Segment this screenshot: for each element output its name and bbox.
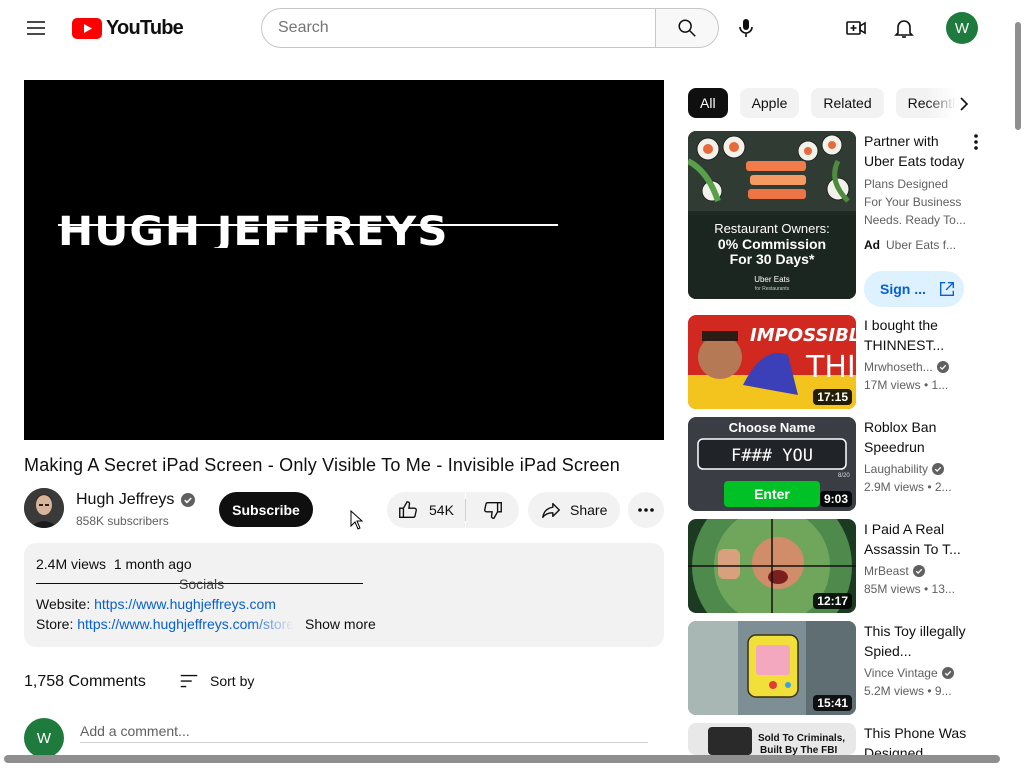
search-button[interactable] (655, 8, 719, 48)
svg-text:Restaurant Owners:: Restaurant Owners: (714, 221, 830, 236)
video-title[interactable]: This Phone Was Designed... (864, 723, 972, 755)
description-box[interactable]: 2.4M views 1 month ago Socials Website: … (24, 543, 664, 647)
chevron-right-icon[interactable] (952, 92, 976, 116)
external-link-icon (939, 282, 954, 296)
microphone-icon[interactable] (734, 16, 758, 40)
channel-avatar[interactable] (24, 488, 64, 528)
video-thumbnail[interactable]: 15:41 (688, 621, 856, 715)
more-actions-button[interactable] (628, 492, 664, 528)
store-line: Store: https://www.hughjeffreys.com/stor… (36, 616, 295, 632)
ad-thumbnail[interactable]: Restaurant Owners: 0% Commission For 30 … (688, 131, 856, 299)
svg-text:for Restaurants: for Restaurants (755, 286, 790, 292)
ad-signup-button[interactable]: Sign ... (864, 271, 964, 307)
search-icon (678, 19, 696, 37)
search-input[interactable] (261, 8, 656, 48)
svg-text:Uber Eats: Uber Eats (754, 275, 790, 284)
video-thumbnail[interactable]: Sold To Criminals, Built By The FBI (688, 723, 856, 755)
mouse-cursor-icon (350, 510, 364, 530)
video-thumbnail[interactable]: Choose Name F### YOU 8/20 Enter 9:03 (688, 417, 856, 511)
verified-icon (932, 463, 945, 475)
show-more-button[interactable]: Show more (305, 616, 376, 632)
menu-icon[interactable] (24, 16, 48, 40)
share-icon (542, 502, 560, 519)
ad-title[interactable]: Partner with Uber Eats today (864, 131, 972, 171)
youtube-logo[interactable]: YouTube (72, 16, 184, 40)
svg-text:THIN: THIN (805, 350, 856, 385)
more-vertical-icon[interactable] (966, 132, 986, 152)
video-meta: 85M views • 13... (864, 582, 955, 596)
logo-text: YouTube (106, 16, 184, 39)
video-channel[interactable]: Vince Vintage (864, 666, 954, 680)
vertical-scrollbar-thumb[interactable] (1015, 22, 1021, 130)
comments-count: 1,758 Comments (24, 673, 146, 690)
comment-input[interactable] (80, 719, 648, 743)
store-link[interactable]: https://www.hughjeffreys.com/store (77, 616, 294, 632)
like-count: 54K (429, 502, 454, 518)
chip-apple[interactable]: Apple (739, 88, 800, 118)
more-horizontal-icon (638, 508, 654, 512)
thumbs-down-icon (483, 501, 502, 519)
verified-icon (181, 493, 195, 507)
filter-chips: All Apple Related Recently uploaded (688, 88, 956, 120)
subscriber-count: 858K subscribers (76, 514, 169, 528)
website-link[interactable]: https://www.hughjeffreys.com (94, 596, 276, 612)
view-count-and-date: 2.4M views 1 month ago (36, 556, 192, 572)
video-duration: 15:41 (813, 695, 852, 711)
youtube-play-icon (72, 17, 102, 39)
verified-icon (936, 361, 949, 373)
video-meta: 2.9M views • 2... (864, 480, 952, 494)
video-duration: 12:17 (813, 593, 852, 609)
video-channel[interactable]: MrBeast (864, 564, 925, 578)
video-thumbnail[interactable]: 12:17 (688, 519, 856, 613)
svg-text:Enter: Enter (754, 486, 790, 502)
svg-text:F### YOU: F### YOU (731, 446, 813, 466)
video-meta: 5.2M views • 9... (864, 684, 952, 698)
socials-heading: Socials (179, 576, 225, 592)
account-avatar[interactable]: W (946, 12, 978, 44)
dislike-button[interactable] (466, 492, 519, 528)
share-button[interactable]: Share (528, 492, 620, 528)
create-video-icon[interactable] (844, 16, 868, 40)
video-title[interactable]: I Paid A Real Assassin To T... (864, 519, 972, 559)
video-title[interactable]: This Toy illegally Spied... (864, 621, 972, 661)
masthead: YouTube W (0, 0, 1024, 56)
like-button[interactable]: 54K (387, 492, 465, 528)
chip-recently-uploaded[interactable]: Recently uploaded (895, 88, 956, 118)
ad-description: Plans Designed For Your Business Needs. … (864, 177, 966, 227)
video-player[interactable]: HUGH JEFFREYS (24, 80, 664, 440)
subscribe-button[interactable]: Subscribe (219, 492, 313, 527)
notifications-icon[interactable] (892, 16, 916, 40)
video-title: Making A Secret iPad Screen - Only Visib… (24, 455, 621, 475)
video-channel[interactable]: Laughability (864, 462, 945, 476)
chip-all[interactable]: All (688, 88, 728, 118)
sort-by-button[interactable]: Sort by (178, 670, 254, 692)
svg-text:0% Commission: 0% Commission (718, 236, 826, 252)
share-label: Share (570, 502, 608, 518)
channel-name[interactable]: Hugh Jeffreys (76, 491, 174, 509)
chip-related[interactable]: Related (811, 88, 884, 118)
video-title[interactable]: Roblox Ban Speedrun (864, 417, 972, 457)
svg-text:Sold To Criminals,: Sold To Criminals, (758, 733, 845, 744)
sort-icon (180, 674, 198, 688)
video-channel[interactable]: Mrwhoseth... (864, 360, 949, 374)
thumbs-up-icon (399, 501, 417, 519)
verified-icon (912, 565, 925, 577)
glitch-line (58, 224, 558, 226)
svg-text:IMPOSSIBLY: IMPOSSIBLY (750, 325, 856, 346)
svg-text:8/20: 8/20 (838, 473, 850, 479)
svg-text:Choose Name: Choose Name (729, 420, 816, 435)
video-meta: 17M views • 1... (864, 378, 949, 392)
svg-text:For 30 Days*: For 30 Days* (730, 251, 815, 267)
video-thumbnail[interactable]: IMPOSSIBLY THIN 17:15 (688, 315, 856, 409)
video-title[interactable]: I bought the THINNEST... (864, 315, 972, 355)
verified-icon (941, 667, 954, 679)
commenter-avatar: W (24, 718, 64, 758)
player-overlay-text: HUGH JEFFREYS (58, 212, 449, 248)
website-line: Website: https://www.hughjeffreys.com (36, 596, 276, 612)
ad-label: Ad Uber Eats f... (864, 238, 957, 252)
video-duration: 9:03 (819, 491, 852, 507)
horizontal-scrollbar[interactable] (4, 755, 1000, 763)
video-duration: 17:15 (813, 389, 852, 405)
svg-text:Built By The FBI: Built By The FBI (760, 745, 837, 755)
